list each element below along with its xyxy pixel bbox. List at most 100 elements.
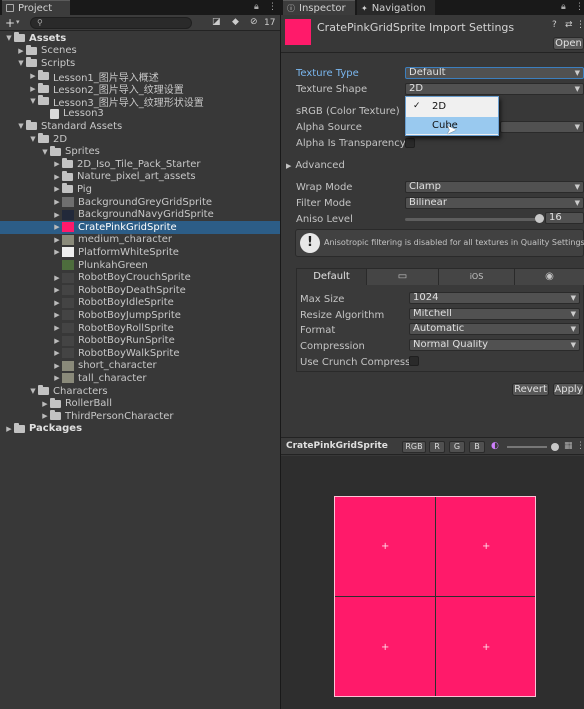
tree-item[interactable]: ▶ RobotBoyDeathSprite	[0, 284, 280, 297]
max-size-select[interactable]: 1024 ▼	[409, 292, 580, 304]
collapsed-arrow-icon[interactable]: ▶	[52, 286, 62, 294]
collapsed-arrow-icon[interactable]: ▶	[52, 173, 62, 181]
collapsed-arrow-icon[interactable]: ▶	[52, 324, 62, 332]
tree-item[interactable]: ▶ RobotBoyIdleSprite	[0, 297, 280, 310]
compression-select[interactable]: Normal Quality ▼	[409, 339, 580, 351]
aniso-slider-handle[interactable]	[535, 214, 544, 223]
tree-item[interactable]: ▶ Scenes	[0, 44, 280, 58]
revert-button[interactable]: Revert	[512, 383, 549, 396]
collapsed-arrow-icon[interactable]: ▶	[52, 185, 62, 193]
tree-item[interactable]: ▶ RobotBoyWalkSprite	[0, 347, 280, 360]
alpha-source-select[interactable]: ▼	[500, 121, 584, 133]
expanded-arrow-icon[interactable]: ▼	[28, 97, 38, 105]
collapsed-arrow-icon[interactable]: ▶	[52, 349, 62, 357]
tree-item[interactable]: ▼ Characters	[0, 385, 280, 398]
expanded-arrow-icon[interactable]: ▼	[4, 34, 14, 42]
collapsed-arrow-icon[interactable]: ▶	[52, 198, 62, 206]
collapsed-arrow-icon[interactable]: ▶	[4, 425, 14, 433]
add-dropdown-icon[interactable]: ▾	[16, 18, 20, 26]
apply-button[interactable]: Apply	[553, 383, 584, 396]
platform-tab-default[interactable]: Default	[297, 269, 367, 285]
collapsed-arrow-icon[interactable]: ▶	[52, 160, 62, 168]
tree-item[interactable]: ▶ PlatformWhiteSprite	[0, 246, 280, 259]
advanced-foldout[interactable]: ▶ Advanced	[286, 160, 345, 171]
dropdown-option-2d[interactable]: ✓ 2D	[406, 98, 498, 115]
tree-item[interactable]: ▼ Lesson3_图片导入_纹理形状设置	[0, 95, 280, 109]
collapsed-arrow-icon[interactable]: ▶	[52, 274, 62, 282]
filter-by-label-icon[interactable]: ◆	[232, 17, 239, 27]
crunch-compression-checkbox[interactable]	[409, 356, 419, 366]
alpha-transparency-checkbox[interactable]	[405, 138, 415, 148]
alpha-toggle-icon[interactable]: ◐	[491, 441, 499, 451]
tree-item[interactable]: ▼ 2D	[0, 133, 280, 146]
aniso-slider-track[interactable]	[405, 218, 540, 221]
tree-item[interactable]: ▶ CratePinkGridSprite	[0, 221, 280, 234]
tree-item[interactable]: ▶ 2D_Iso_Tile_Pack_Starter	[0, 158, 280, 171]
mip-slider-track[interactable]	[507, 446, 547, 448]
expanded-arrow-icon[interactable]: ▼	[28, 387, 38, 395]
expanded-arrow-icon[interactable]: ▼	[40, 148, 50, 156]
collapsed-arrow-icon[interactable]: ▶	[40, 412, 50, 420]
tree-item[interactable]: ▶ Nature_pixel_art_assets	[0, 170, 280, 184]
tree-item[interactable]: ▶ RobotBoyCrouchSprite	[0, 271, 280, 284]
platform-tab-standalone[interactable]: ▭	[367, 269, 439, 285]
tree-item[interactable]: Lesson3	[0, 108, 280, 121]
texture-type-select[interactable]: Default ▼	[405, 67, 584, 79]
preview-more-icon[interactable]: ⋮	[576, 441, 584, 451]
tab-navigation[interactable]: ✦ Navigation	[357, 0, 435, 15]
collapsed-arrow-icon[interactable]: ▶	[52, 362, 62, 370]
expanded-arrow-icon[interactable]: ▼	[16, 122, 26, 130]
tree-item[interactable]: ▶ RobotBoyJumpSprite	[0, 309, 280, 322]
channel-r-button[interactable]: R	[429, 441, 445, 453]
tab-inspector[interactable]: ⓘ Inspector	[283, 0, 355, 15]
tree-item[interactable]: ▶ medium_character	[0, 234, 280, 247]
mip-slider-handle[interactable]	[551, 443, 559, 451]
collapsed-arrow-icon[interactable]: ▶	[28, 72, 38, 80]
aniso-level-input[interactable]: 16	[545, 212, 584, 224]
tree-item[interactable]: ▼ Standard Assets	[0, 120, 280, 133]
expanded-arrow-icon[interactable]: ▼	[16, 59, 26, 67]
channel-g-button[interactable]: G	[449, 441, 465, 453]
filter-by-type-icon[interactable]: ◪	[212, 17, 221, 27]
collapsed-arrow-icon[interactable]: ▶	[52, 374, 62, 382]
platform-tab-android[interactable]: ◉	[515, 269, 584, 285]
resize-algorithm-select[interactable]: Mitchell ▼	[409, 308, 580, 320]
mip-level-icon[interactable]: ▦	[564, 441, 573, 451]
texture-shape-select[interactable]: 2D ▼	[405, 83, 584, 95]
lock-icon[interactable]: 🔒︎	[254, 2, 259, 12]
search-input[interactable]: ⚲	[30, 17, 192, 29]
tab-project[interactable]: Project	[2, 0, 70, 15]
channel-rgb-button[interactable]: RGB	[402, 441, 426, 453]
tree-item[interactable]: ▶ RollerBall	[0, 397, 280, 410]
collapsed-arrow-icon[interactable]: ▶	[52, 248, 62, 256]
add-asset-button[interactable]: +	[5, 16, 15, 30]
help-icon[interactable]: ?	[552, 20, 557, 30]
wrap-mode-select[interactable]: Clamp ▼	[405, 181, 584, 193]
collapsed-arrow-icon[interactable]: ▶	[52, 311, 62, 319]
collapsed-arrow-icon[interactable]: ▶	[52, 223, 62, 231]
collapsed-arrow-icon[interactable]: ▶	[52, 299, 62, 307]
tree-item[interactable]: ▶ ThirdPersonCharacter	[0, 410, 280, 423]
expanded-arrow-icon[interactable]: ▼	[28, 135, 38, 143]
tree-item[interactable]: ▶ Pig	[0, 183, 280, 196]
hidden-packages-icon[interactable]: ⊘	[250, 17, 258, 27]
tree-item[interactable]: ▼ Sprites	[0, 145, 280, 158]
tree-item[interactable]: ▶ short_character	[0, 360, 280, 373]
tree-item[interactable]: ▶ tall_character	[0, 372, 280, 385]
tree-item[interactable]: ▶ RobotBoyRunSprite	[0, 334, 280, 347]
tree-item[interactable]: ▶ BackgroundNavyGridSprite	[0, 208, 280, 221]
preset-icon[interactable]: ⇄	[565, 20, 573, 30]
channel-b-button[interactable]: B	[469, 441, 485, 453]
collapsed-arrow-icon[interactable]: ▶	[52, 236, 62, 244]
tree-item[interactable]: ▶ BackgroundGreyGridSprite	[0, 196, 280, 209]
inspector-lock-icon[interactable]: 🔒︎	[561, 2, 566, 12]
tree-item[interactable]: ▼ Assets	[0, 32, 280, 45]
collapsed-arrow-icon[interactable]: ▶	[16, 47, 26, 55]
platform-tab-ios[interactable]: iOS	[439, 269, 515, 285]
collapsed-arrow-icon[interactable]: ▶	[52, 337, 62, 345]
format-select[interactable]: Automatic ▼	[409, 323, 580, 335]
tree-item[interactable]: ▶ RobotBoyRollSprite	[0, 322, 280, 335]
filter-mode-select[interactable]: Bilinear ▼	[405, 197, 584, 209]
more-menu-icon[interactable]: ⋮	[268, 2, 277, 12]
collapsed-arrow-icon[interactable]: ▶	[28, 85, 38, 93]
